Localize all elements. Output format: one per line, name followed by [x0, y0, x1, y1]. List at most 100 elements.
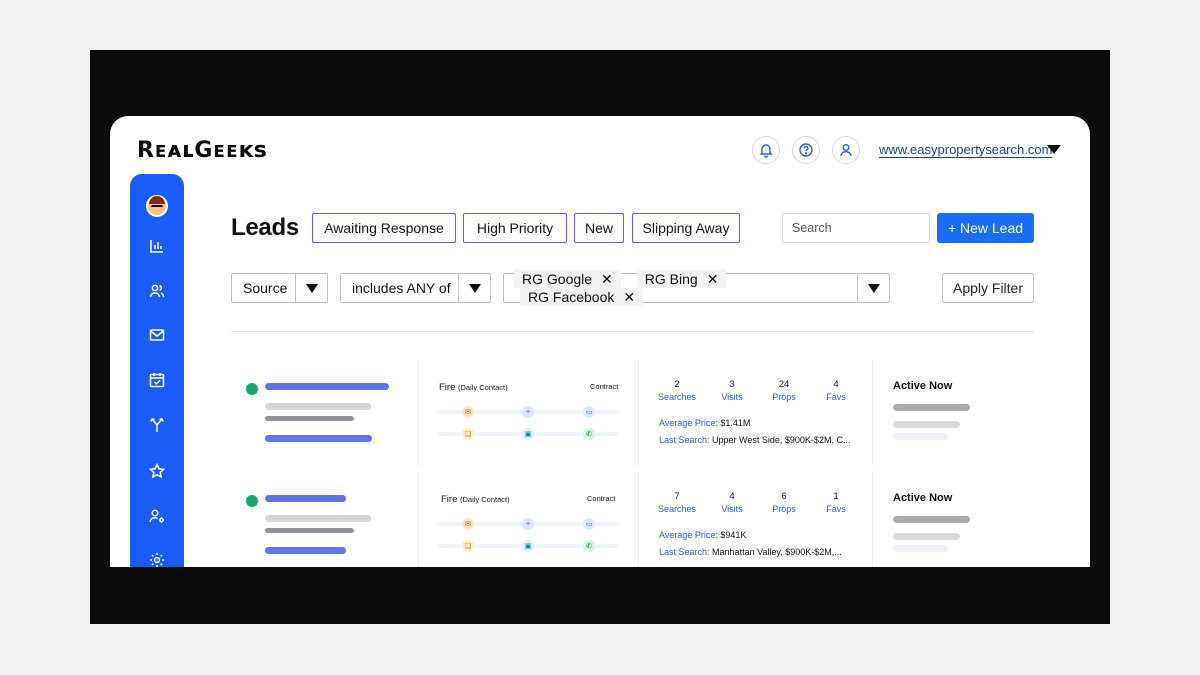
video-icon[interactable]: ▣: [522, 428, 534, 440]
lead-detail-placeholder: [265, 528, 354, 533]
last-search: Last Search: Upper West Side, $900K-$2M,…: [659, 435, 850, 445]
column-divider: [638, 360, 639, 466]
site-link[interactable]: www.easypropertysearch.com: [879, 142, 1052, 157]
filter-values-select[interactable]: RG Google ✕ RG Bing ✕ RG Facebook ✕: [503, 270, 890, 306]
stat-label-visits[interactable]: Visits: [710, 504, 754, 514]
sidebar-item-calendar[interactable]: [130, 365, 184, 395]
chat-icon[interactable]: ▭: [583, 406, 595, 418]
plan-name: Fire: [439, 382, 456, 393]
stat-label-searches[interactable]: Searches: [655, 504, 699, 514]
phone-icon[interactable]: ✆: [583, 428, 595, 440]
close-icon[interactable]: ✕: [623, 289, 635, 306]
last-search: Last Search: Manhattan Valley, $900K-$2M…: [659, 547, 842, 557]
apply-filter-button[interactable]: Apply Filter: [942, 273, 1034, 303]
help-button[interactable]: [792, 136, 820, 164]
filter-values-chips: RG Google ✕ RG Bing ✕ RG Facebook ✕: [504, 270, 857, 306]
stat-value: 24: [778, 379, 790, 390]
plan-detail: (Daily Contact): [460, 495, 510, 504]
sidebar-item-routing[interactable]: [130, 410, 184, 440]
stat-value: 1: [833, 491, 839, 502]
sidebar-item-favorites[interactable]: [130, 456, 184, 486]
video-icon[interactable]: ▣: [522, 540, 534, 552]
lead-row[interactable]: Fire (Daily Contact) Contract ✉ + ▭ ❏ ▣ …: [231, 360, 1034, 466]
plus-icon[interactable]: +: [522, 406, 534, 418]
tab-slipping-away[interactable]: Slipping Away: [632, 213, 740, 243]
average-price: Average Price: $941K: [659, 530, 746, 540]
sidebar-item-messages[interactable]: [130, 320, 184, 350]
phone-icon[interactable]: ✆: [583, 540, 595, 552]
new-lead-button[interactable]: + New Lead: [937, 213, 1034, 243]
stage-label: Contract: [590, 382, 619, 391]
column-divider: [418, 360, 419, 466]
user-icon: [840, 144, 852, 157]
activity-placeholder: [893, 545, 948, 552]
filter-values-dropdown[interactable]: [857, 274, 889, 302]
tab-high-priority[interactable]: High Priority: [463, 213, 567, 243]
lead-contact-placeholder: [265, 547, 346, 554]
email-icon[interactable]: ✉: [462, 406, 474, 418]
lead-name-placeholder: [265, 495, 346, 502]
last-search-label: Last Search:: [659, 547, 710, 557]
email-icon[interactable]: ✉: [462, 518, 474, 530]
activity-placeholder: [893, 433, 948, 440]
stat-label-favs[interactable]: Favs: [814, 392, 858, 402]
stat-value: 3: [729, 379, 735, 390]
filter-chip: RG Google ✕: [514, 270, 621, 288]
message-icon[interactable]: ❏: [462, 540, 474, 552]
filter-field-select[interactable]: Source: [231, 273, 328, 303]
chat-icon[interactable]: ▭: [583, 518, 595, 530]
column-divider: [638, 472, 639, 567]
message-icon[interactable]: ❏: [462, 428, 474, 440]
filter-operator-select[interactable]: includes ANY of: [340, 273, 491, 303]
filter-operator-dropdown[interactable]: [458, 274, 490, 302]
chart-icon: [150, 240, 163, 253]
activity-status: Active Now: [893, 492, 953, 504]
search-input[interactable]: Search: [782, 213, 930, 243]
filter-chip: RG Facebook ✕: [520, 288, 644, 306]
realgeeks-logo[interactable]: RᴇᴀʟGᴇᴇᴋꜱ: [137, 138, 267, 163]
chevron-down-icon[interactable]: [1047, 145, 1061, 154]
stat-label-visits[interactable]: Visits: [710, 392, 754, 402]
stat-label-searches[interactable]: Searches: [655, 392, 699, 402]
bell-icon: [759, 144, 773, 158]
sidebar-item-agents[interactable]: [130, 501, 184, 531]
users-icon: [149, 284, 165, 298]
sidebar-item-leads[interactable]: [130, 276, 184, 306]
lead-name-placeholder: [265, 383, 389, 390]
sidebar-avatar[interactable]: [130, 191, 184, 221]
calendar-icon: [149, 373, 165, 388]
close-icon[interactable]: ✕: [601, 271, 613, 288]
tab-new[interactable]: New: [574, 213, 624, 243]
last-search-value[interactable]: Upper West Side, $900K-$2M, C...: [712, 435, 850, 445]
app-window: RᴇᴀʟGᴇᴇᴋꜱ www.easypropertysearch.com Lea…: [110, 116, 1090, 567]
sidebar-item-reports[interactable]: [130, 231, 184, 261]
filter-chip-label: RG Google: [522, 271, 593, 287]
filter-field-dropdown[interactable]: [295, 274, 327, 302]
plus-icon[interactable]: +: [522, 518, 534, 530]
lead-detail-placeholder: [265, 515, 371, 522]
tab-awaiting-response[interactable]: Awaiting Response: [312, 213, 456, 243]
average-price-label: Average Price:: [659, 530, 718, 540]
stat-label-props[interactable]: Props: [762, 504, 806, 514]
average-price-value: $1.41M: [720, 418, 751, 428]
user-settings-icon: [149, 509, 164, 523]
help-icon: [799, 143, 813, 157]
stat-label-favs[interactable]: Favs: [814, 504, 858, 514]
star-icon: [148, 462, 166, 479]
mail-icon: [149, 329, 165, 341]
status-dot: [246, 495, 258, 507]
column-divider: [872, 472, 873, 567]
stat-label-props[interactable]: Props: [762, 392, 806, 402]
lead-row[interactable]: Fire (Daily Contact) Contract ✉ + ▭ ❏ ▣ …: [231, 472, 1034, 567]
sidebar: [130, 174, 184, 567]
avatar: [146, 195, 168, 217]
filter-field-label: Source: [243, 280, 288, 296]
average-price: Average Price: $1.41M: [659, 418, 750, 428]
activity-placeholder: [893, 533, 960, 540]
sidebar-item-settings[interactable]: [130, 545, 184, 567]
notifications-button[interactable]: [752, 136, 780, 164]
last-search-value[interactable]: Manhattan Valley, $900K-$2M,...: [712, 547, 842, 557]
profile-button[interactable]: [832, 136, 860, 164]
close-icon[interactable]: ✕: [707, 271, 719, 288]
caret-down-icon: [468, 283, 481, 293]
